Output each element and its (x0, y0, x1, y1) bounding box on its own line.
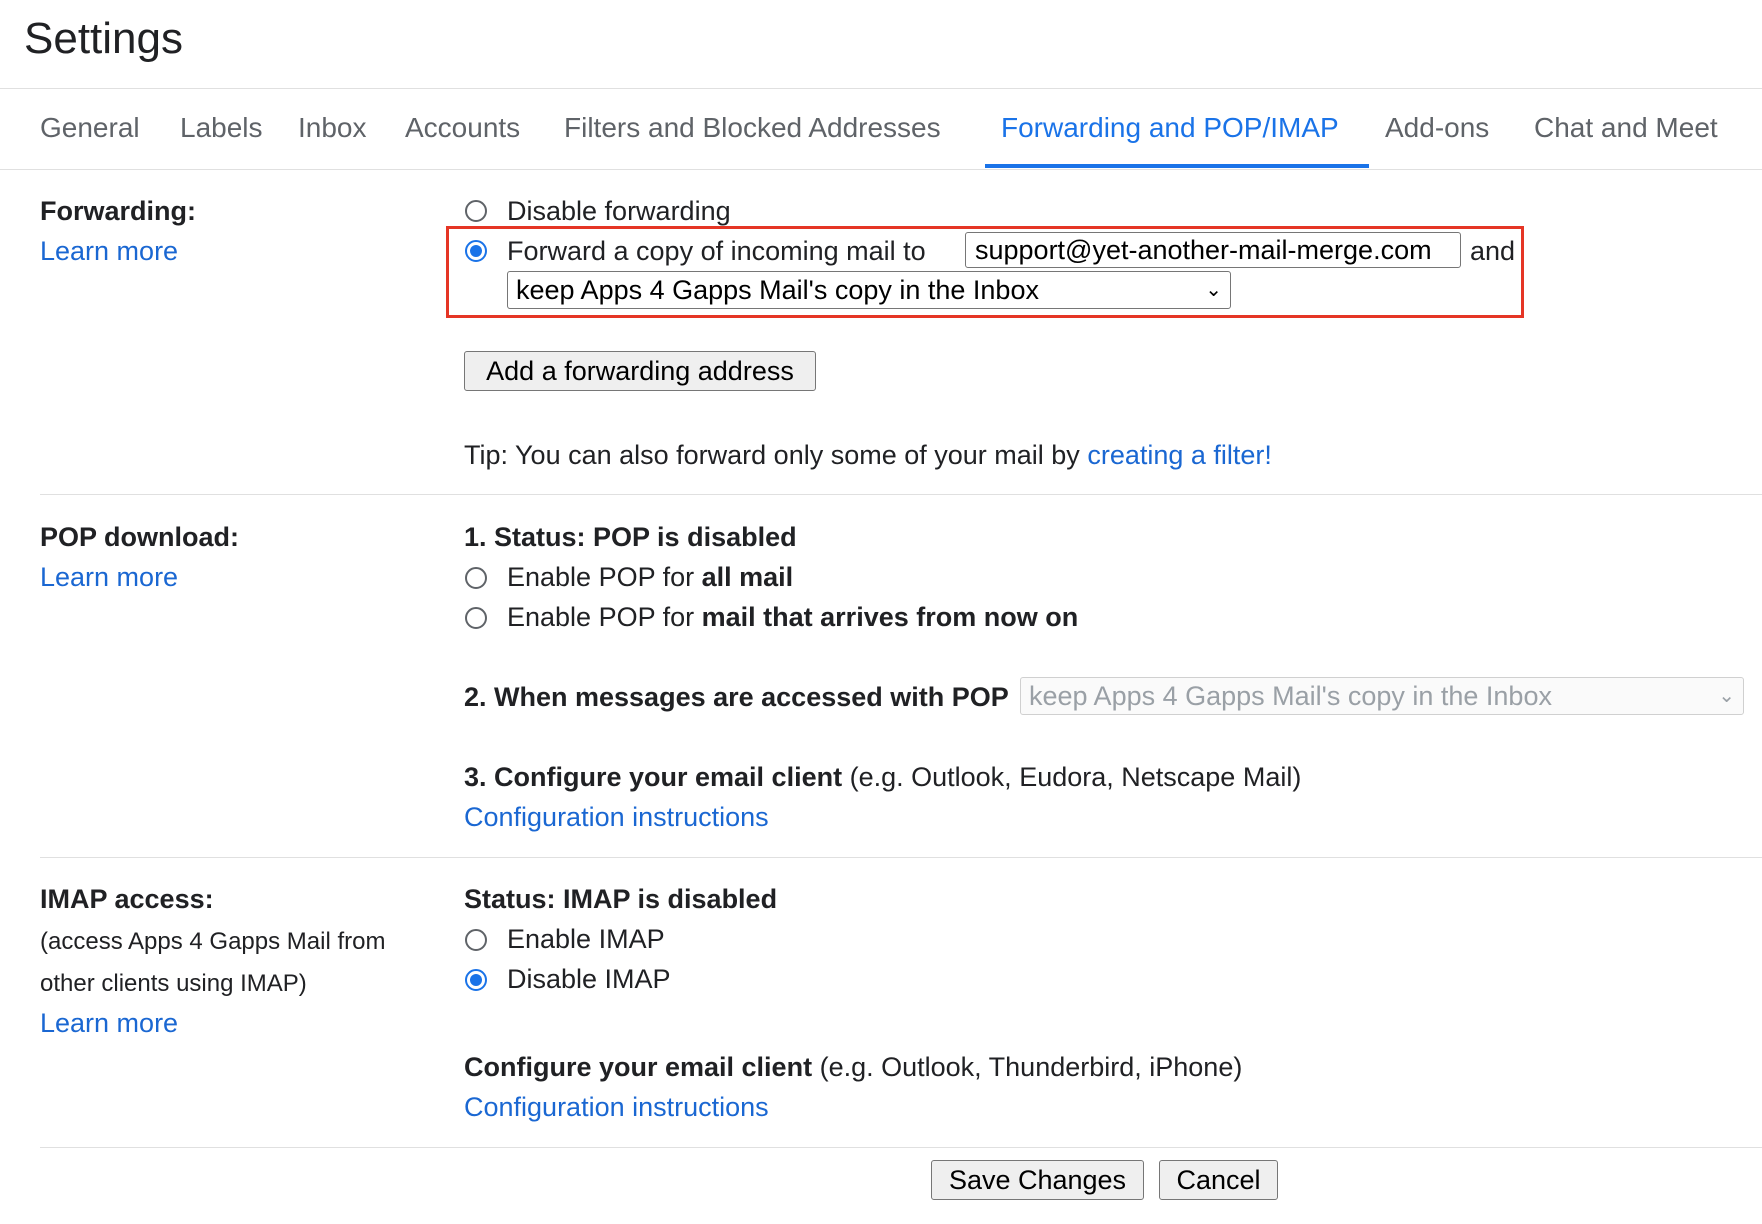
tab-accounts[interactable]: Accounts (405, 112, 520, 144)
imap-status: Status: IMAP is disabled (464, 884, 778, 914)
and-text: and (1470, 236, 1516, 266)
section-divider (40, 1147, 1762, 1148)
forwarding-address-field[interactable]: support@yet-another-mail-merge.com (965, 232, 1461, 268)
forward-action-select[interactable]: keep Apps 4 Gapps Mail's copy in the Inb… (507, 271, 1231, 309)
enable-pop-now-label: Enable POP for mail that arrives from no… (507, 602, 1078, 633)
save-changes-button[interactable]: Save Changes (931, 1160, 1144, 1200)
enable-pop-all-bold: all mail (701, 562, 794, 592)
page-title: Settings (24, 14, 183, 63)
pop-configure-rest: (e.g. Outlook, Eudora, Netscape Mail) (849, 762, 1302, 792)
active-tab-indicator (985, 164, 1369, 168)
imap-configuration-instructions-link[interactable]: Configuration instructions (464, 1092, 769, 1123)
forward-copy-label: Forward a copy of incoming mail to (507, 236, 926, 266)
enable-pop-now-radio[interactable] (465, 607, 487, 629)
disable-forwarding-label: Disable forwarding (507, 196, 731, 226)
enable-imap-label: Enable IMAP (507, 924, 665, 954)
pop-accessed-label: 2. When messages are accessed with POP (464, 682, 1009, 712)
imap-configure-bold: Configure your email client (464, 1052, 813, 1082)
enable-pop-all-prefix: Enable POP for (507, 562, 695, 592)
tab-inbox[interactable]: Inbox (298, 112, 367, 144)
pop-section-label: POP download: (40, 522, 240, 552)
imap-section-label: IMAP access: (40, 884, 214, 914)
enable-pop-all-label: Enable POP for all mail (507, 562, 793, 593)
pop-accessed-selected: keep Apps 4 Gapps Mail's copy in the Inb… (1029, 681, 1552, 711)
imap-sub-label-line2: other clients using IMAP) (40, 970, 307, 997)
tab-labels[interactable]: Labels (180, 112, 263, 144)
forwarding-section-label: Forwarding: (40, 196, 196, 226)
enable-pop-all-radio[interactable] (465, 567, 487, 589)
section-divider (40, 494, 1762, 495)
forwarding-tip: Tip: You can also forward only some of y… (464, 440, 1272, 471)
section-divider (40, 857, 1762, 858)
tab-add-ons[interactable]: Add-ons (1385, 112, 1489, 144)
disable-imap-radio[interactable] (465, 969, 487, 991)
creating-filter-link[interactable]: creating a filter! (1087, 440, 1272, 470)
cancel-button[interactable]: Cancel (1159, 1160, 1278, 1200)
forward-copy-radio[interactable] (465, 240, 487, 262)
chevron-down-icon: ⌄ (1205, 279, 1222, 301)
add-forwarding-address-button[interactable]: Add a forwarding address (464, 351, 816, 391)
disable-forwarding-radio[interactable] (465, 200, 487, 222)
tab-general[interactable]: General (40, 112, 140, 144)
chevron-down-icon: ⌄ (1718, 685, 1735, 707)
pop-status: 1. Status: POP is disabled (464, 522, 797, 552)
enable-pop-now-bold: mail that arrives from now on (701, 602, 1079, 632)
tab-filters-and-blocked-addresses[interactable]: Filters and Blocked Addresses (564, 112, 941, 144)
pop-accessed-select[interactable]: keep Apps 4 Gapps Mail's copy in the Inb… (1020, 677, 1744, 715)
imap-learn-more-link[interactable]: Learn more (40, 1008, 178, 1039)
disable-imap-label: Disable IMAP (507, 964, 671, 994)
enable-imap-radio[interactable] (465, 929, 487, 951)
tab-forwarding-and-pop-imap[interactable]: Forwarding and POP/IMAP (1001, 112, 1339, 144)
imap-sub-label-line1: (access Apps 4 Gapps Mail from (40, 928, 386, 955)
pop-learn-more-link[interactable]: Learn more (40, 562, 178, 593)
pop-configure-text: 3. Configure your email client (e.g. Out… (464, 762, 1301, 793)
tab-chat-and-meet[interactable]: Chat and Meet (1534, 112, 1718, 144)
forwarding-tip-text: Tip: You can also forward only some of y… (464, 440, 1080, 470)
forwarding-learn-more-link[interactable]: Learn more (40, 236, 178, 267)
imap-configure-rest: (e.g. Outlook, Thunderbird, iPhone) (819, 1052, 1243, 1082)
forward-action-selected: keep Apps 4 Gapps Mail's copy in the Inb… (516, 275, 1039, 305)
pop-configuration-instructions-link[interactable]: Configuration instructions (464, 802, 769, 833)
enable-pop-now-prefix: Enable POP for (507, 602, 695, 632)
pop-configure-bold: 3. Configure your email client (464, 762, 843, 792)
imap-configure-text: Configure your email client (e.g. Outloo… (464, 1052, 1242, 1083)
tabs-divider (0, 169, 1762, 170)
header-divider (0, 88, 1762, 89)
